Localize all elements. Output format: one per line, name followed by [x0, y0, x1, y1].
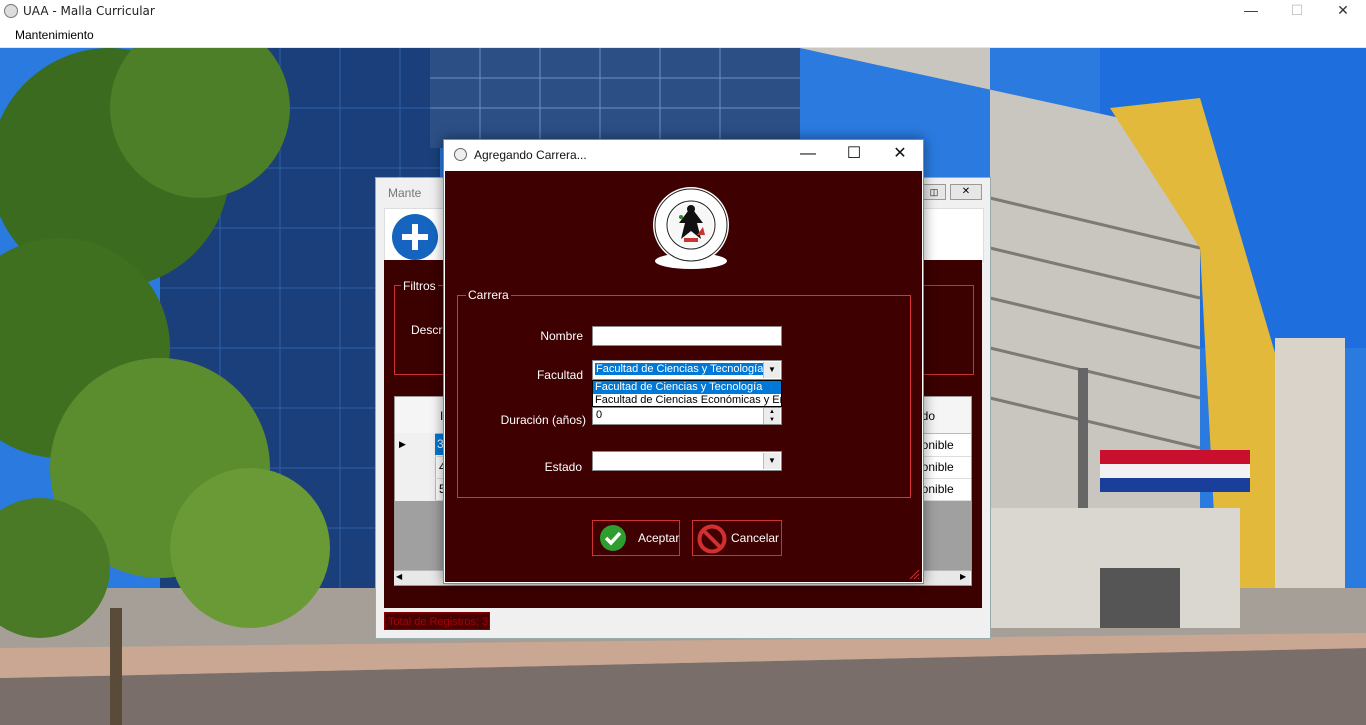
dialog-close-icon[interactable]: ✕	[877, 140, 923, 170]
add-button[interactable]	[391, 213, 441, 263]
dialog-body: Carrera Nombre Facultad Facultad de Cien…	[445, 171, 922, 582]
cancelar-label: Cancelar	[731, 531, 780, 545]
facultad-label: Facultad	[536, 368, 583, 382]
dialog-app-icon	[454, 148, 467, 161]
chevron-down-icon[interactable]: ▼	[763, 453, 780, 469]
window-titlebar[interactable]: UAA - Malla Curricular — ☐ ✕	[0, 0, 1366, 23]
checkmark-icon	[600, 525, 626, 551]
university-seal-logo	[653, 187, 729, 269]
app-logo-icon	[4, 4, 18, 18]
dialog-titlebar[interactable]: Agregando Carrera... — ☐ ✕	[444, 140, 923, 170]
carrera-group-legend: Carrera	[466, 288, 511, 302]
child-restore-icon[interactable]: ◫	[922, 184, 946, 200]
estado-select[interactable]: ▼	[592, 451, 782, 471]
child-close-icon[interactable]: ✕	[950, 184, 982, 200]
close-icon[interactable]: ✕	[1320, 0, 1366, 23]
stepper-down-icon[interactable]: ▼	[763, 416, 780, 424]
nombre-input[interactable]	[592, 326, 782, 346]
facultad-dropdown-list[interactable]: Facultad de Ciencias y Tecnología Facult…	[592, 380, 782, 407]
minimize-icon[interactable]: —	[1228, 0, 1274, 23]
scroll-right-icon[interactable]: ▶	[960, 572, 966, 581]
dialog-title: Agregando Carrera...	[474, 148, 587, 162]
menu-bar: Mantenimiento	[0, 23, 1366, 48]
resize-grip-icon[interactable]	[908, 568, 920, 580]
window-title: UAA - Malla Curricular	[23, 4, 155, 18]
duracion-label: Duración (años)	[500, 413, 586, 427]
duracion-value: 0	[596, 409, 603, 421]
aceptar-button[interactable]: Aceptar	[592, 520, 680, 556]
current-row-indicator-icon: ▶	[399, 439, 406, 449]
aceptar-label: Aceptar	[638, 531, 680, 545]
filter-description-label: Descr	[411, 323, 443, 337]
chevron-down-icon[interactable]: ▼	[763, 362, 780, 378]
estado-label: Estado	[544, 460, 582, 474]
nombre-label: Nombre	[540, 329, 583, 343]
facultad-option[interactable]: Facultad de Ciencias Económicas y Em	[593, 394, 781, 406]
scroll-left-icon[interactable]: ◀	[396, 572, 402, 581]
facultad-select[interactable]: Facultad de Ciencias y Tecnología ▼	[592, 360, 782, 380]
total-records-label: Total de Registros: 3	[384, 612, 490, 630]
maximize-icon[interactable]: ☐	[1274, 0, 1320, 23]
agregando-carrera-dialog: Agregando Carrera... — ☐ ✕ Carrera Nombr…	[443, 139, 924, 584]
facultad-option[interactable]: Facultad de Ciencias y Tecnología	[593, 381, 781, 394]
cancel-icon	[697, 524, 727, 554]
filters-legend: Filtros	[401, 279, 438, 293]
stepper-up-icon[interactable]: ▲	[763, 408, 780, 416]
dialog-minimize-icon[interactable]: —	[785, 140, 831, 170]
dialog-maximize-icon[interactable]: ☐	[831, 140, 877, 170]
child-window-title: Mante	[388, 186, 422, 200]
duracion-stepper[interactable]: 0 ▲ ▼	[592, 407, 782, 425]
menu-item-mantenimiento[interactable]: Mantenimiento	[15, 28, 94, 42]
facultad-selected-value: Facultad de Ciencias y Tecnología	[595, 363, 765, 375]
cancelar-button[interactable]: Cancelar	[692, 520, 782, 556]
